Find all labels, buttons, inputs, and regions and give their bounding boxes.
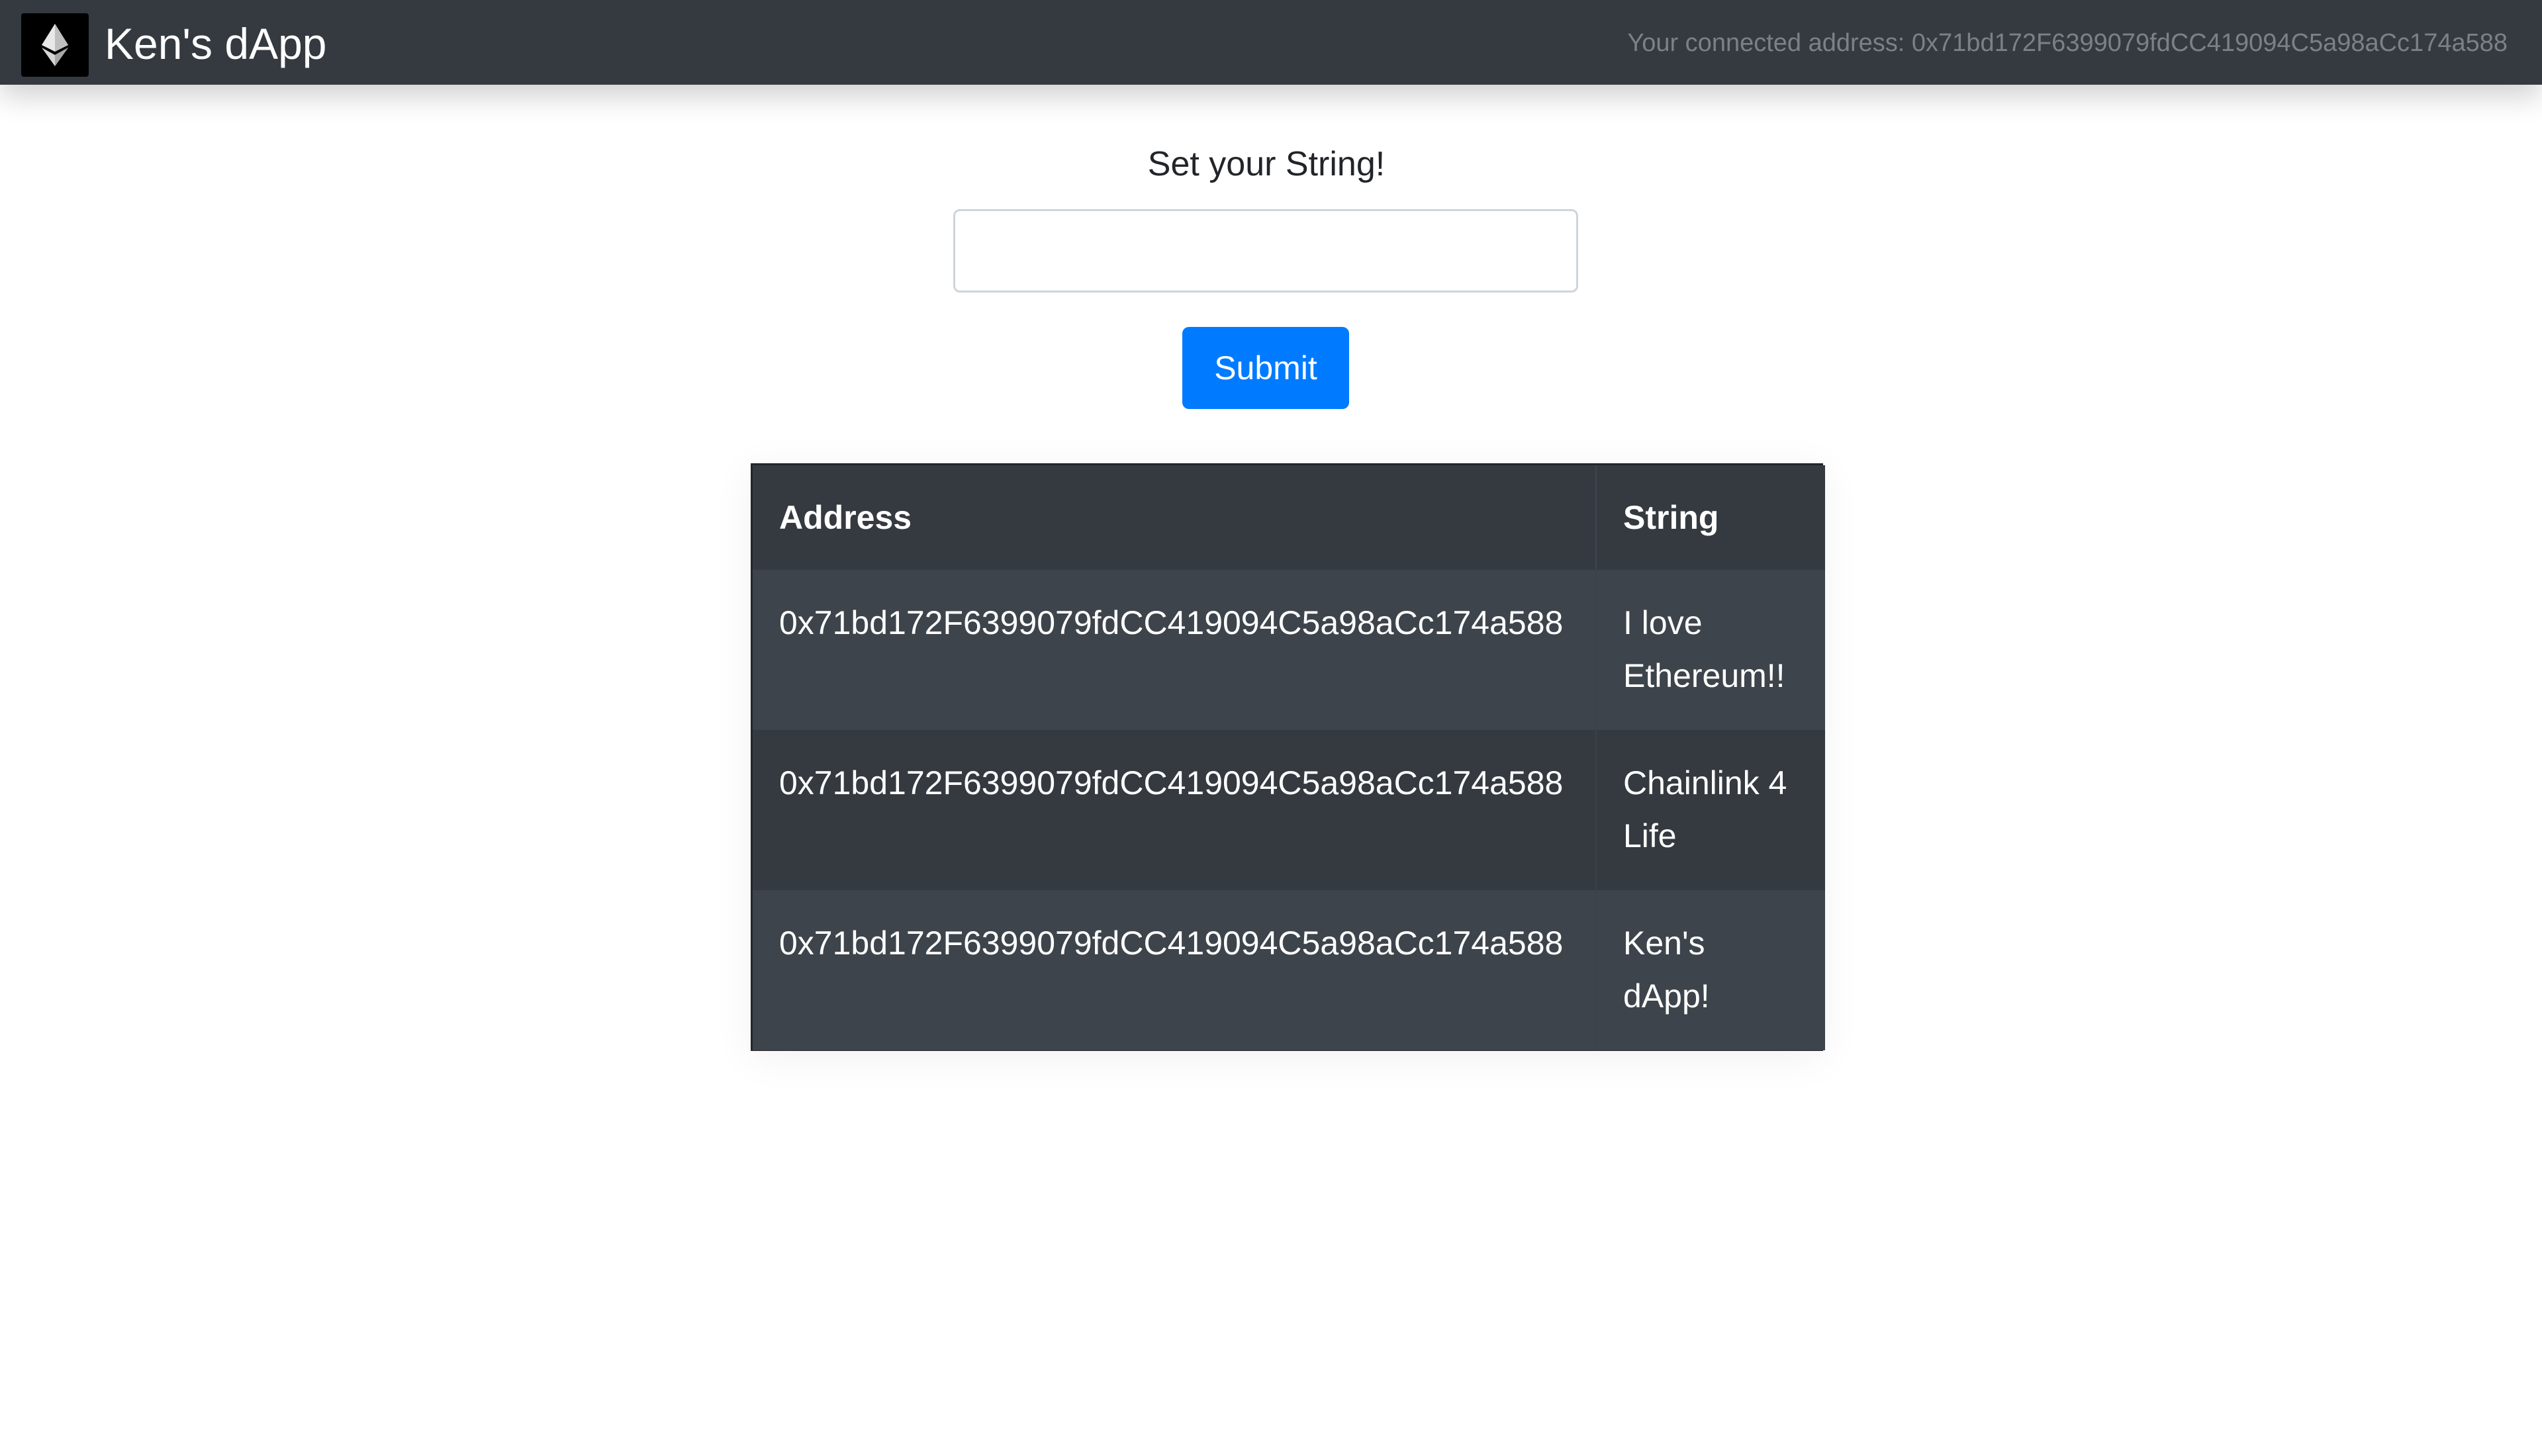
connected-address: Your connected address: 0x71bd172F639907…: [1627, 29, 2508, 57]
address-cell: 0x71bd172F6399079fdCC419094C5a98aCc174a5…: [753, 570, 1597, 730]
string-cell: Ken's dApp!: [1623, 925, 1710, 1015]
set-string-label: Set your String!: [1147, 145, 1386, 183]
navbar: Ken's dApp Your connected address: 0x71b…: [0, 0, 2542, 85]
ethereum-icon[interactable]: [21, 13, 89, 77]
app-title[interactable]: Ken's dApp: [105, 17, 327, 70]
table-row: 0x71bd172F6399079fdCC419094C5a98aCc174a5…: [753, 570, 1825, 730]
string-column-header: String: [1596, 465, 1825, 570]
string-cell: I love Ethereum!!: [1623, 604, 1785, 694]
table-row: 0x71bd172F6399079fdCC419094C5a98aCc174a5…: [753, 730, 1825, 890]
address-cell: 0x71bd172F6399079fdCC419094C5a98aCc174a5…: [753, 890, 1597, 1050]
table-row: 0x71bd172F6399079fdCC419094C5a98aCc174a5…: [753, 890, 1825, 1050]
string-cell: Chainlink 4 Life: [1623, 764, 1787, 854]
submit-button[interactable]: Submit: [1182, 327, 1349, 409]
strings-table: Address String 0x71bd172F6399079fdCC4190…: [753, 465, 1825, 1050]
table-header-row: Address String: [753, 465, 1825, 570]
ethereum-logo-graphic: [42, 24, 68, 66]
strings-table-container: Address String 0x71bd172F6399079fdCC4190…: [751, 463, 1825, 1051]
address-cell: 0x71bd172F6399079fdCC419094C5a98aCc174a5…: [753, 730, 1597, 890]
address-column-header: Address: [753, 465, 1597, 570]
string-input[interactable]: [953, 209, 1578, 293]
